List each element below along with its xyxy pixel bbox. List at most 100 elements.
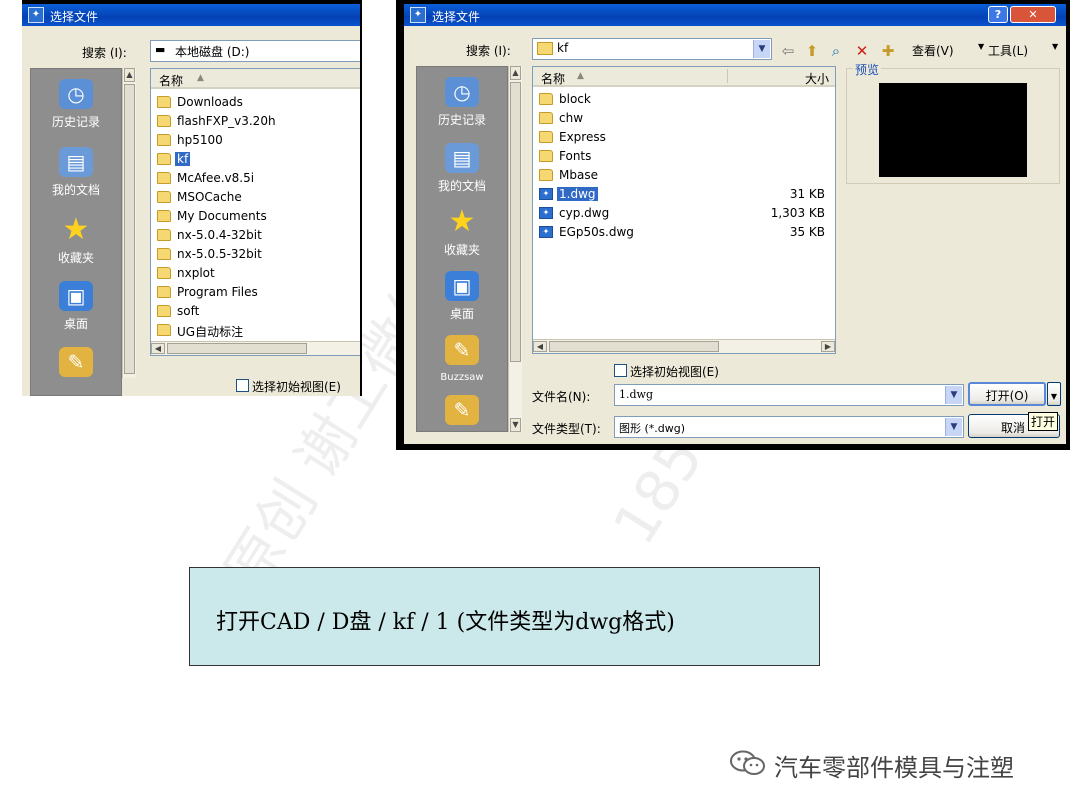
view-menu[interactable]: 查看(V) [912, 42, 954, 59]
places-scrollbar[interactable]: ▲ ▼ [508, 66, 522, 432]
place-extra[interactable]: ✎ [417, 395, 507, 429]
history-icon: ◷ [445, 77, 479, 107]
buzzsaw-icon: ✎ [445, 335, 479, 365]
place-label: 我的文档 [437, 179, 486, 193]
list-item-selected[interactable]: ✦ 1.dwg 31 KB [537, 186, 833, 205]
search-location-value: 本地磁盘 (D:) [175, 45, 250, 59]
folder-icon [157, 229, 171, 241]
filename-value: 1.dwg [619, 388, 653, 401]
tools-menu[interactable]: 工具(L) [988, 42, 1028, 59]
chevron-down-icon: ▼ [1052, 42, 1059, 51]
scroll-right-button[interactable]: ▶ [821, 341, 835, 352]
list-item[interactable]: chw [537, 110, 833, 129]
filename-input[interactable]: 1.dwg ▼ [614, 384, 964, 406]
search-location-combo[interactable]: ▬ 本地磁盘 (D:) [150, 40, 360, 62]
new-folder-icon[interactable]: ✚ [878, 41, 898, 61]
dwg-file-icon: ✦ [539, 226, 553, 238]
column-header-name[interactable]: 名称 ▲ [533, 67, 729, 87]
list-item[interactable]: Fonts [537, 148, 833, 167]
close-button[interactable]: ✕ [1010, 6, 1056, 23]
list-item[interactable]: ✦ cyp.dwg 1,303 KB [537, 205, 833, 224]
preview-panel: 预览 [846, 61, 1060, 184]
folder-icon [157, 286, 171, 298]
chevron-down-icon[interactable]: ▼ [753, 40, 770, 58]
chevron-down-icon[interactable]: ▼ [945, 386, 962, 404]
app-icon: ✦ [410, 7, 426, 23]
scroll-up-button[interactable]: ▲ [124, 68, 135, 82]
help-button[interactable]: ? [988, 6, 1008, 23]
chevron-down-icon[interactable]: ▼ [945, 418, 962, 436]
open-options-button[interactable]: ▼ [1047, 382, 1061, 406]
place-extra[interactable]: ✎ [31, 347, 121, 381]
caption-box: 打开CAD / D盘 / kf / 1 (文件类型为dwg格式) [189, 567, 820, 666]
search-location-value: kf [557, 41, 569, 55]
places-bar: ◷ 历史记录 ▤ 我的文档 ★ 收藏夹 ▣ 桌面 ✎ Buzzsaw ✎ [416, 66, 508, 432]
app-icon: ✦ [28, 7, 44, 23]
up-folder-icon[interactable]: ⬆ [802, 41, 822, 61]
filetype-select[interactable]: 图形 (*.dwg) ▼ [614, 416, 964, 438]
chevron-down-icon: ▼ [1050, 392, 1058, 401]
scroll-left-button[interactable]: ◀ [533, 341, 547, 352]
folder-icon [157, 191, 171, 203]
place-label: 收藏夹 [443, 243, 480, 257]
scroll-left-button[interactable]: ◀ [151, 343, 165, 354]
open-button[interactable]: 打开(O) [968, 382, 1046, 406]
column-header-size[interactable]: 大小 [729, 67, 835, 87]
place-label: 桌面 [63, 317, 88, 331]
list-item[interactable]: Mbase [537, 167, 833, 186]
file-list-hscrollbar[interactable]: ◀ [151, 341, 360, 355]
initial-view-checkbox[interactable] [236, 379, 249, 392]
scroll-thumb[interactable] [124, 84, 135, 374]
column-name-label: 名称 [159, 74, 184, 88]
search-location-combo[interactable]: kf ▼ [532, 38, 772, 60]
sort-ascending-icon: ▲ [577, 71, 584, 81]
initial-view-checkbox[interactable] [614, 364, 627, 377]
place-my-documents[interactable]: ▤ 我的文档 [31, 147, 121, 198]
place-history[interactable]: ◷ 历史记录 [417, 77, 507, 128]
back-icon[interactable]: ⇦ [778, 41, 798, 61]
place-label: 历史记录 [51, 115, 100, 129]
left-dialog-titlebar[interactable]: ✦ 选择文件 [22, 4, 360, 26]
folder-icon [539, 131, 553, 143]
list-item[interactable]: Express [537, 129, 833, 148]
place-label: 历史记录 [437, 113, 486, 127]
folder-icon [537, 42, 553, 55]
scroll-thumb[interactable] [510, 82, 521, 362]
file-list-hscrollbar[interactable]: ◀ ▶ [533, 339, 835, 353]
place-history[interactable]: ◷ 历史记录 [31, 79, 121, 130]
favorites-star-icon: ★ [448, 204, 476, 239]
column-header-name[interactable]: 名称 ▲ [151, 69, 360, 89]
search-label: 搜索 (I): [466, 44, 511, 58]
scroll-up-button[interactable]: ▲ [510, 66, 521, 80]
right-dialog: ✦ 选择文件 ? ✕ 搜索 (I): kf ▼ ⇦ ⬆ ⌕ ✕ ✚ 查看(V) … [404, 4, 1066, 444]
dwg-file-icon: ✦ [539, 188, 553, 200]
file-size: 1,303 KB [770, 206, 825, 220]
place-label: 收藏夹 [57, 251, 94, 265]
place-favorites[interactable]: ★ 收藏夹 [417, 207, 507, 258]
place-buzzsaw[interactable]: ✎ Buzzsaw [417, 335, 507, 383]
places-scrollbar[interactable]: ▲ [122, 68, 136, 378]
place-my-documents[interactable]: ▤ 我的文档 [417, 143, 507, 194]
initial-view-label: 选择初始视图(E) [630, 365, 719, 379]
delete-icon[interactable]: ✕ [852, 41, 872, 61]
place-favorites[interactable]: ★ 收藏夹 [31, 215, 121, 266]
scroll-thumb[interactable] [167, 343, 307, 354]
place-desktop[interactable]: ▣ 桌面 [31, 281, 121, 332]
right-dialog-titlebar[interactable]: ✦ 选择文件 ? ✕ [404, 4, 1066, 26]
scroll-down-button[interactable]: ▼ [510, 418, 521, 432]
history-icon: ◷ [59, 79, 93, 109]
search-web-icon[interactable]: ⌕ [826, 41, 846, 61]
desktop-icon: ▣ [445, 271, 479, 301]
place-desktop[interactable]: ▣ 桌面 [417, 271, 507, 322]
folder-icon [157, 115, 171, 127]
tooltip: 打开 [1028, 412, 1059, 431]
wechat-logo-icon [730, 750, 765, 775]
folder-icon [539, 93, 553, 105]
list-item[interactable]: block [537, 91, 833, 110]
scroll-thumb[interactable] [549, 341, 719, 352]
favorites-star-icon: ★ [62, 212, 90, 247]
list-item[interactable]: ✦ EGp50s.dwg 35 KB [537, 224, 833, 243]
folder-icon [157, 96, 171, 108]
places-bar: ◷ 历史记录 ▤ 我的文档 ★ 收藏夹 ▣ 桌面 ✎ [30, 68, 122, 396]
brand-name: 汽车零部件模具与注塑 [774, 754, 1014, 782]
